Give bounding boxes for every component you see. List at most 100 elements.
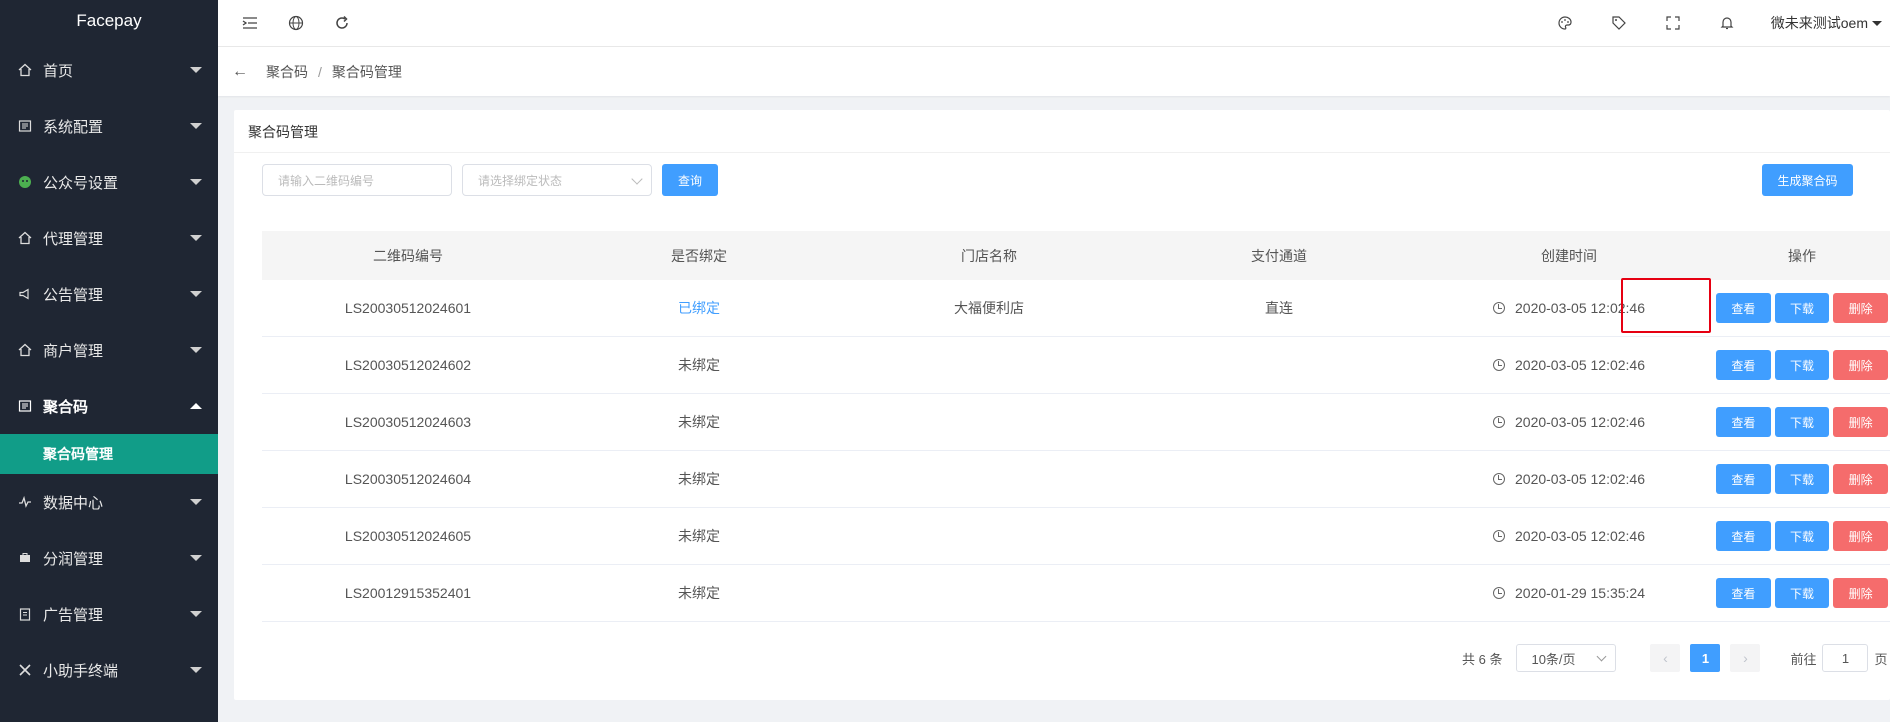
sidebar-item-label: 聚合码 xyxy=(43,398,89,416)
sidebar-item-aggregate-code[interactable]: 聚合码 xyxy=(0,378,218,434)
cell-code: LS20030512024604 xyxy=(344,471,472,487)
sidebar-subitem-aggregate-code-management[interactable]: 聚合码管理 xyxy=(0,434,218,474)
breadcrumb-parent[interactable]: 聚合码 xyxy=(266,62,308,82)
delete-button[interactable]: 删除 xyxy=(1833,293,1889,323)
download-button[interactable]: 下载 xyxy=(1774,521,1830,551)
chevron-down-icon xyxy=(190,611,202,617)
download-button[interactable]: 下载 xyxy=(1774,578,1830,608)
clock-icon xyxy=(1493,473,1505,485)
view-button[interactable]: 查看 xyxy=(1716,293,1771,323)
sidebar-item-label: 代理管理 xyxy=(43,230,104,248)
page-number-button[interactable]: 1 xyxy=(1690,644,1721,672)
view-button[interactable]: 查看 xyxy=(1716,578,1771,608)
cell-bound-status: 未绑定 xyxy=(678,528,720,544)
download-button[interactable]: 下载 xyxy=(1774,350,1830,380)
menu-collapse-icon[interactable] xyxy=(236,9,264,37)
delete-button[interactable]: 删除 xyxy=(1833,578,1889,608)
delete-button[interactable]: 删除 xyxy=(1833,521,1889,551)
highlight-box xyxy=(1621,278,1711,333)
clipboard-icon xyxy=(18,607,32,621)
back-arrow-icon[interactable]: ← xyxy=(232,63,248,81)
created-time: 2020-03-05 12:02:46 xyxy=(1515,357,1645,373)
bell-icon[interactable] xyxy=(1713,9,1741,37)
generate-code-button[interactable]: 生成聚合码 xyxy=(1762,164,1853,196)
sidebar-item-announcement-management[interactable]: 公告管理 xyxy=(0,266,218,322)
page-size-select[interactable]: 10条/页 xyxy=(1516,644,1617,672)
column-header: 是否绑定 xyxy=(671,247,727,264)
cell-code: LS20030512024602 xyxy=(344,357,472,373)
column-header: 门店名称 xyxy=(961,247,1017,264)
refresh-icon[interactable] xyxy=(328,9,356,37)
cell-created: 2020-03-05 12:02:46 xyxy=(1424,414,1714,430)
cell-bound-status: 未绑定 xyxy=(678,471,720,487)
sidebar-item-label: 公众号设置 xyxy=(43,174,119,192)
chevron-down-icon xyxy=(190,291,202,297)
view-button[interactable]: 查看 xyxy=(1716,521,1771,551)
sidebar-item-assistant-terminal[interactable]: 小助手终端 xyxy=(0,642,218,698)
user-menu[interactable]: 微未来测试oem xyxy=(1771,13,1882,33)
query-button[interactable]: 查询 xyxy=(662,164,718,196)
pulse-icon xyxy=(18,495,32,509)
sidebar-item-label: 系统配置 xyxy=(43,118,104,136)
breadcrumb-separator: / xyxy=(318,63,322,80)
prev-page-button[interactable]: ‹ xyxy=(1650,644,1681,672)
view-button[interactable]: 查看 xyxy=(1716,464,1771,494)
pagination: 共 6 条 10条/页 ‹ 1 › 前往 1 页 xyxy=(1462,644,1888,672)
download-button[interactable]: 下载 xyxy=(1774,464,1830,494)
fullscreen-icon[interactable] xyxy=(1659,9,1687,37)
sidebar: Facepay 首页 系统配置 公众号设置 代理管理 公告管理 商户管理 聚合码… xyxy=(0,0,218,722)
palette-icon[interactable] xyxy=(1551,9,1579,37)
goto-prefix: 前往 xyxy=(1790,651,1817,667)
sidebar-item-system-config[interactable]: 系统配置 xyxy=(0,98,218,154)
chevron-down-icon xyxy=(1597,651,1607,662)
sidebar-item-agent-management[interactable]: 代理管理 xyxy=(0,210,218,266)
cell-code: LS20030512024605 xyxy=(344,528,472,544)
delete-button[interactable]: 删除 xyxy=(1833,464,1889,494)
created-time: 2020-03-05 12:02:46 xyxy=(1515,414,1645,430)
breadcrumb-bar: ← 聚合码 / 聚合码管理 xyxy=(218,47,1890,96)
delete-button[interactable]: 删除 xyxy=(1833,350,1889,380)
cell-bound-status: 已绑定 xyxy=(678,300,720,316)
qr-code-input-placeholder: 请输入二维码编号 xyxy=(278,173,375,188)
bag-icon xyxy=(18,551,32,565)
sidebar-item-profit-sharing[interactable]: 分润管理 xyxy=(0,530,218,586)
chevron-down-icon xyxy=(190,67,202,73)
sidebar-item-home[interactable]: 首页 xyxy=(0,42,218,98)
chevron-down-icon xyxy=(1872,20,1882,26)
card-title: 聚合码管理 xyxy=(248,124,318,140)
tag-icon[interactable] xyxy=(1605,9,1633,37)
next-page-button[interactable]: › xyxy=(1730,644,1761,672)
download-button[interactable]: 下载 xyxy=(1774,293,1830,323)
divider xyxy=(234,152,1890,153)
column-header: 创建时间 xyxy=(1541,247,1597,264)
sidebar-item-merchant-management[interactable]: 商户管理 xyxy=(0,322,218,378)
view-button[interactable]: 查看 xyxy=(1716,407,1771,437)
breadcrumb-current: 聚合码管理 xyxy=(331,63,402,80)
user-name: 微未来测试oem xyxy=(1770,15,1868,31)
qr-code-input[interactable]: 请输入二维码编号 xyxy=(262,164,452,196)
sidebar-item-ad-management[interactable]: 广告管理 xyxy=(0,586,218,642)
sidebar-item-wechat-settings[interactable]: 公众号设置 xyxy=(0,154,218,210)
chevron-down-icon xyxy=(190,235,202,241)
view-button[interactable]: 查看 xyxy=(1716,350,1771,380)
cell-bound-status: 未绑定 xyxy=(678,585,720,601)
cell-actions: 查看 下载 删除 xyxy=(1714,350,1890,380)
top-bar: 微未来测试oem xyxy=(218,0,1890,47)
goto-page-input[interactable]: 1 xyxy=(1822,644,1869,672)
page-size-value: 10条/页 xyxy=(1531,651,1576,667)
created-time: 2020-01-29 15:35:24 xyxy=(1515,585,1645,601)
cell-created: 2020-03-05 12:02:46 xyxy=(1424,357,1714,373)
bind-status-placeholder: 请选择绑定状态 xyxy=(478,173,563,188)
table-row: LS20030512024603 未绑定 2020-03-05 12:02:46… xyxy=(262,394,1890,451)
cell-actions: 查看 下载 删除 xyxy=(1714,464,1890,494)
created-time: 2020-03-05 12:02:46 xyxy=(1515,471,1645,487)
clock-icon xyxy=(1493,416,1505,428)
download-button[interactable]: 下载 xyxy=(1774,407,1830,437)
bind-status-select[interactable]: 请选择绑定状态 xyxy=(462,164,652,196)
delete-button[interactable]: 删除 xyxy=(1833,407,1889,437)
sidebar-item-data-center[interactable]: 数据中心 xyxy=(0,474,218,530)
settings-icon xyxy=(18,119,32,133)
sidebar-item-label: 商户管理 xyxy=(43,342,104,360)
globe-icon[interactable] xyxy=(282,9,310,37)
cell-code: LS20030512024601 xyxy=(344,300,472,316)
